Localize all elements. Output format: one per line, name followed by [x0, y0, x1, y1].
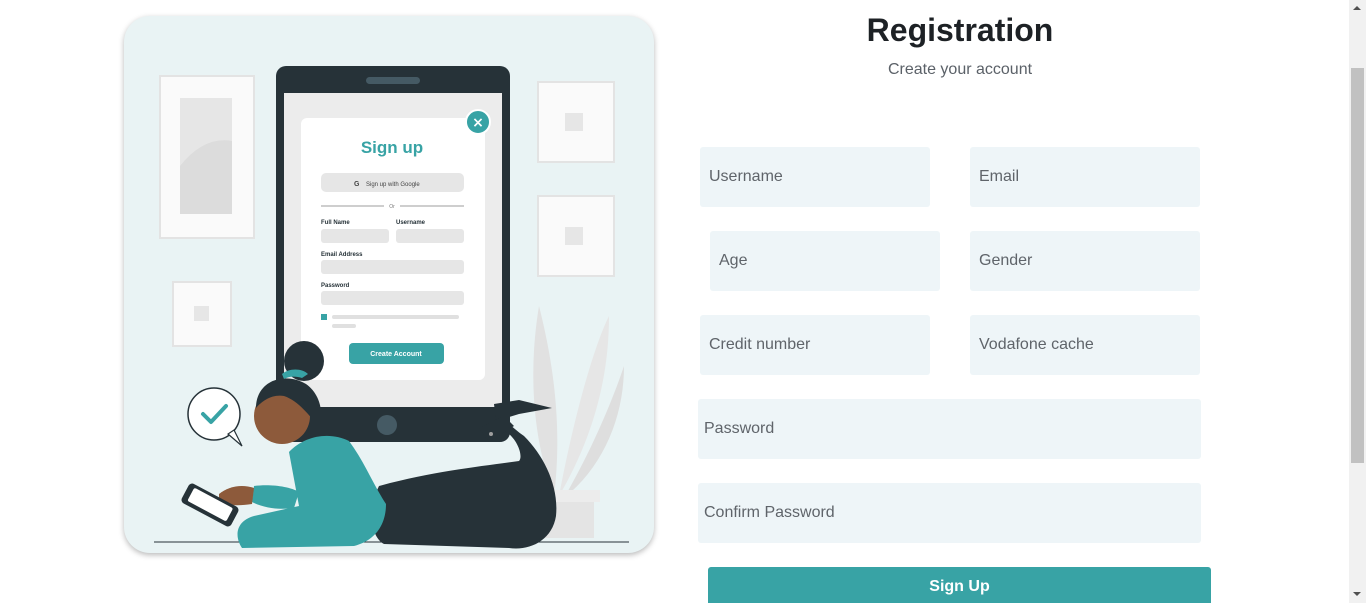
mini-google-label: Sign up with Google: [366, 182, 420, 188]
mini-full-name-label: Full Name: [321, 220, 350, 226]
credit-number-input[interactable]: [700, 315, 930, 375]
email-input[interactable]: [970, 147, 1200, 207]
page-subtitle: Create your account: [887, 61, 1033, 78]
mini-username-label: Username: [396, 220, 426, 226]
page-title: Registration: [866, 12, 1054, 48]
username-input[interactable]: [700, 147, 930, 207]
mini-card-title: Sign up: [361, 138, 423, 157]
mini-create-account-label: Create Account: [370, 351, 422, 358]
mini-signup-card: [301, 118, 485, 380]
mini-password-label: Password: [321, 283, 350, 289]
confirm-password-input[interactable]: [698, 483, 1201, 543]
illustration-svg: Sign up G Sign up with Google Or Full Na…: [154, 66, 629, 549]
signup-illustration: Sign up G Sign up with Google Or Full Na…: [124, 16, 654, 553]
age-input[interactable]: [710, 231, 940, 291]
mini-divider-label: Or: [389, 204, 395, 210]
google-icon: G: [354, 181, 360, 188]
vertical-scrollbar[interactable]: [1349, 0, 1366, 603]
close-icon: ×: [472, 115, 484, 131]
mini-email-label: Email Address: [321, 252, 363, 258]
scroll-down-icon[interactable]: [1349, 586, 1366, 603]
sign-up-button[interactable]: Sign Up: [708, 567, 1211, 603]
password-input[interactable]: [698, 399, 1201, 459]
scrollbar-thumb[interactable]: [1351, 68, 1364, 463]
gender-input[interactable]: [970, 231, 1200, 291]
vodafone-cache-input[interactable]: [970, 315, 1200, 375]
scroll-up-icon[interactable]: [1349, 0, 1366, 17]
